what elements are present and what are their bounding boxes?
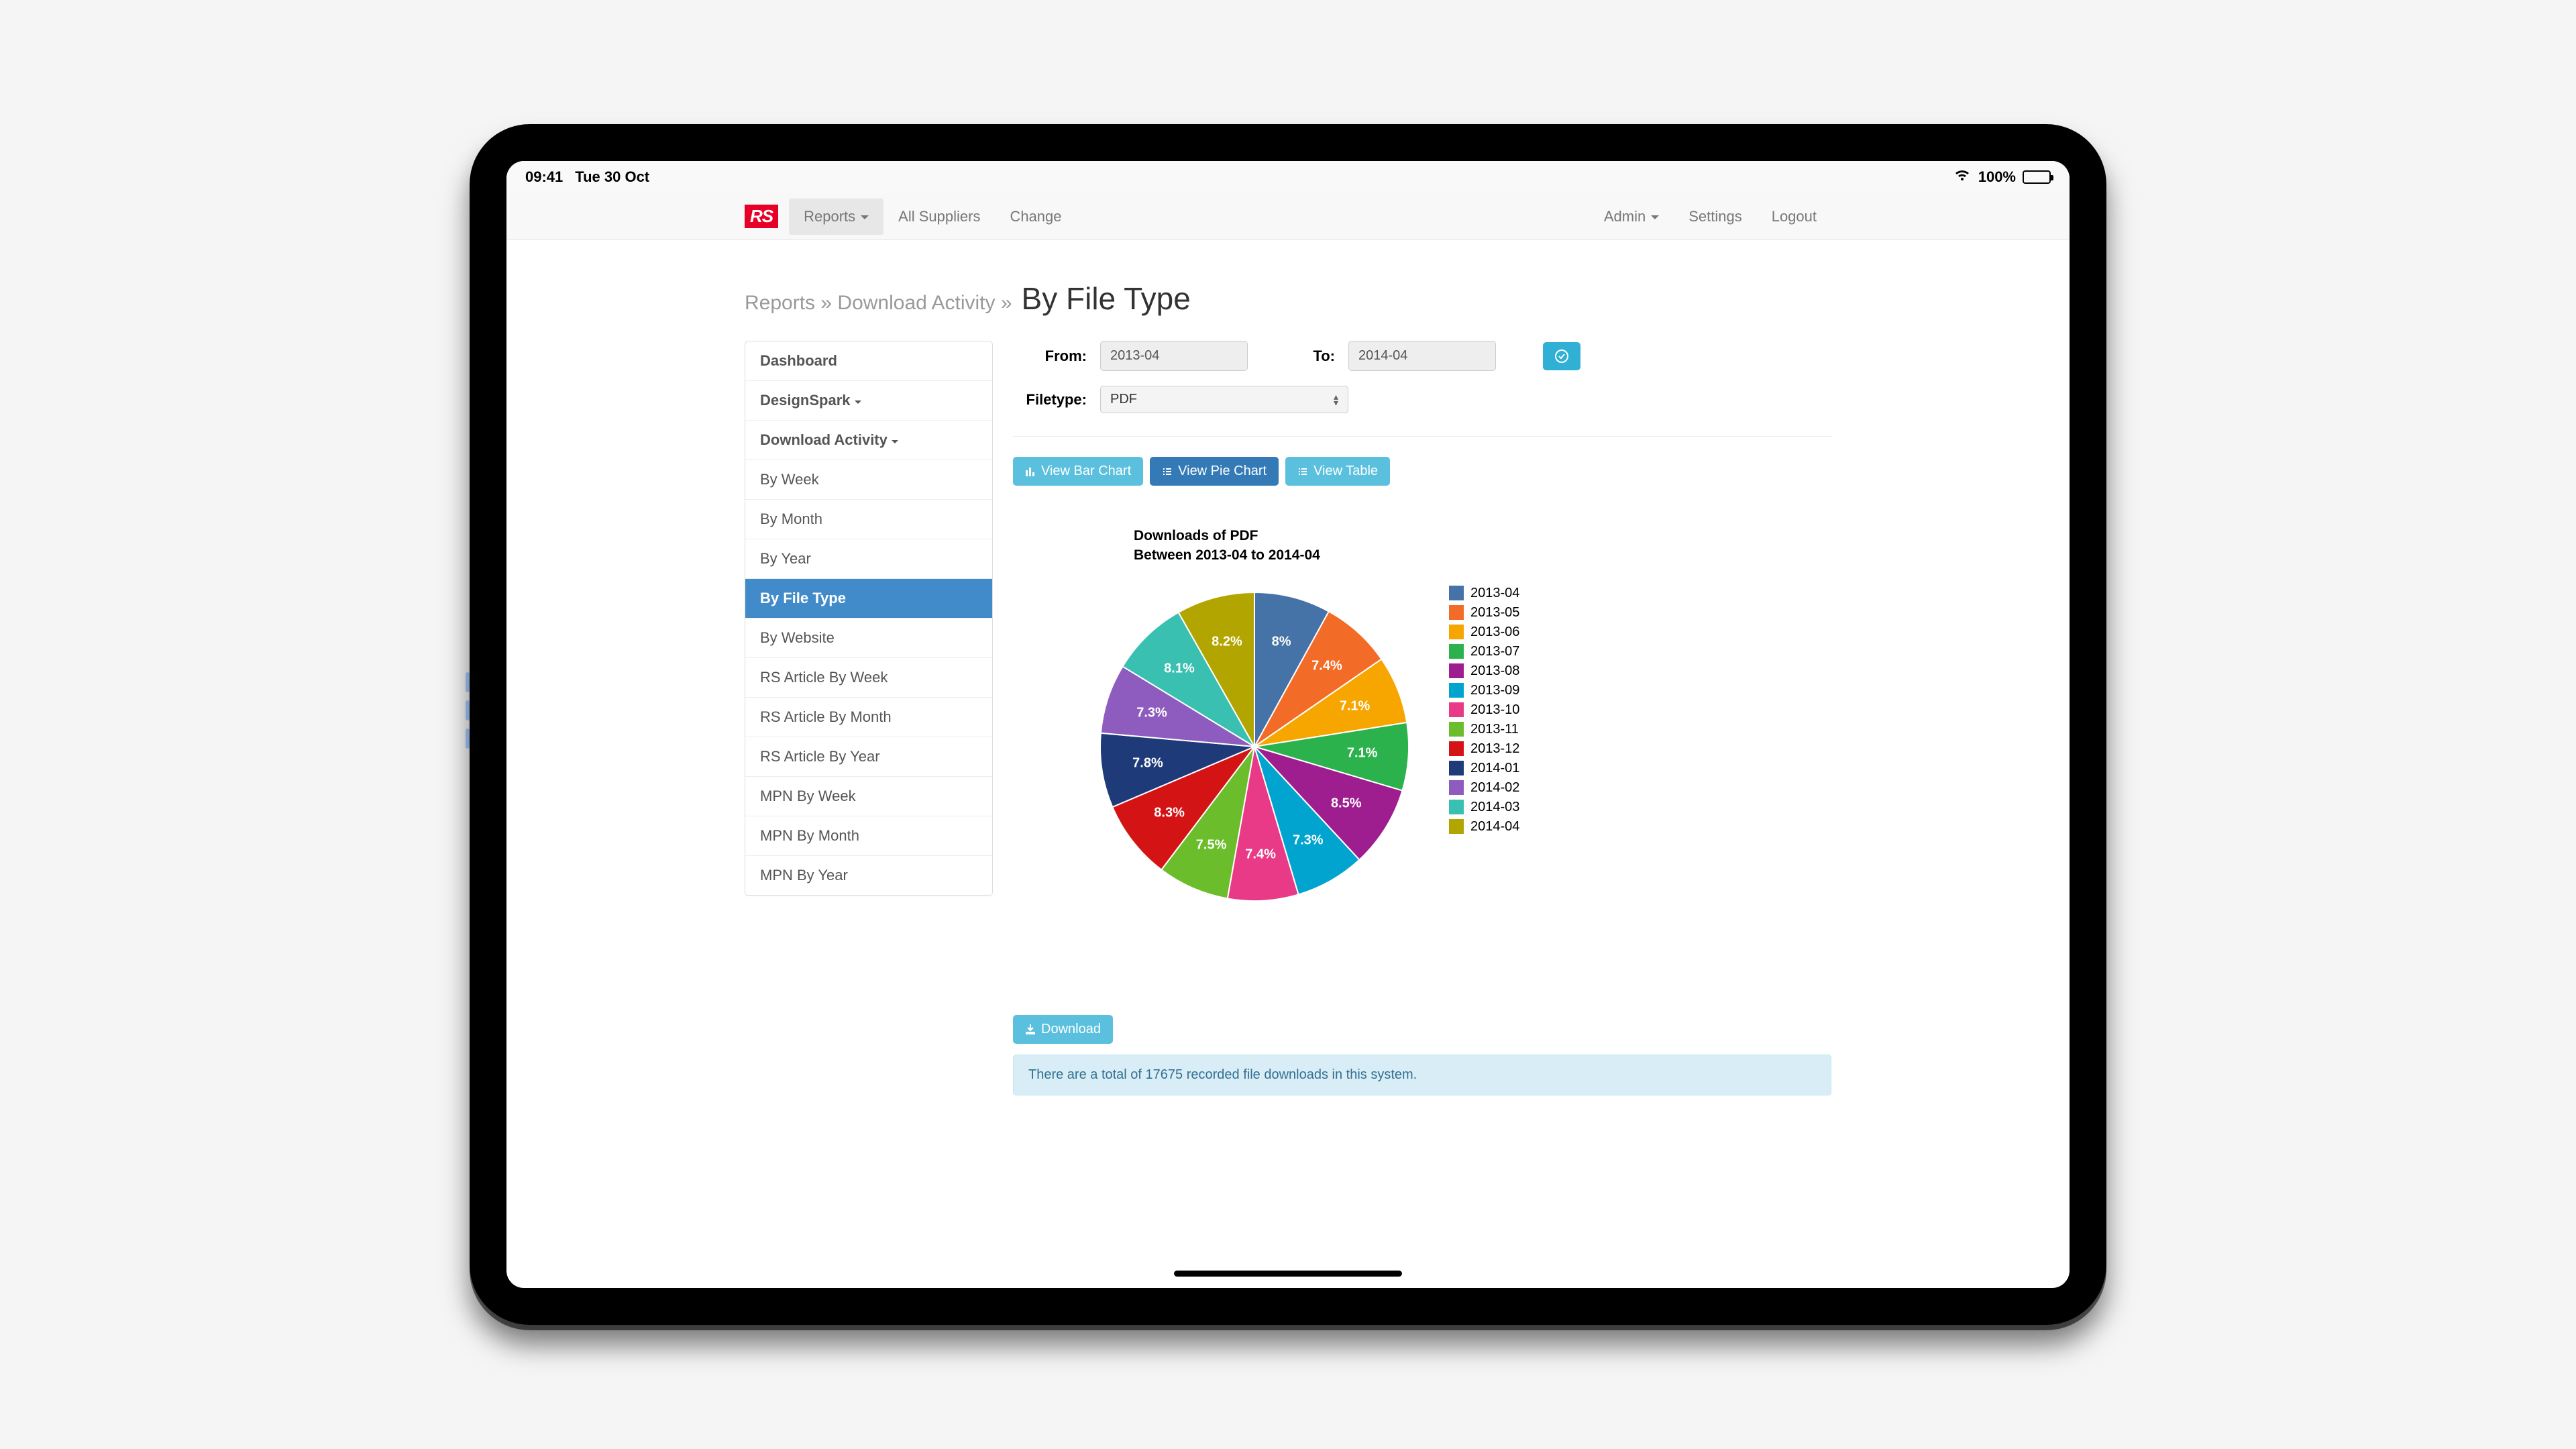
battery-icon: [2023, 170, 2051, 184]
legend-label: 2013-05: [1470, 605, 1519, 621]
select-arrows-icon: ▴▾: [1334, 394, 1338, 405]
nav-change[interactable]: Change: [995, 199, 1076, 235]
sidebar-item-by-week[interactable]: By Week: [745, 460, 992, 500]
legend-swatch: [1449, 605, 1464, 620]
sidebar-designspark[interactable]: DesignSpark: [745, 381, 992, 421]
sidebar-item-rs-article-by-year[interactable]: RS Article By Year: [745, 737, 992, 777]
legend-label: 2013-10: [1470, 702, 1519, 718]
sidebar-item-rs-article-by-month[interactable]: RS Article By Month: [745, 698, 992, 737]
sidebar-download-activity[interactable]: Download Activity: [745, 421, 992, 460]
top-navbar: RS Reports All Suppliers Change Admin Se…: [506, 193, 2070, 240]
apply-filter-button[interactable]: [1543, 342, 1580, 370]
crumb-reports[interactable]: Reports: [745, 292, 815, 314]
legend-item[interactable]: 2013-12: [1449, 741, 1519, 757]
status-battery-pct: 100%: [1978, 168, 2016, 186]
legend-swatch: [1449, 741, 1464, 756]
ios-status-bar: 09:41 Tue 30 Oct 100%: [506, 161, 2070, 193]
legend-label: 2013-04: [1470, 586, 1519, 601]
view-table-button[interactable]: View Table: [1285, 457, 1390, 486]
sidebar-item-by-year[interactable]: By Year: [745, 539, 992, 579]
filetype-value: PDF: [1110, 392, 1137, 407]
sidebar-item-mpn-by-week[interactable]: MPN By Week: [745, 777, 992, 816]
legend-swatch: [1449, 625, 1464, 639]
download-icon: [1025, 1024, 1036, 1034]
legend-label: 2014-04: [1470, 819, 1519, 835]
legend-swatch: [1449, 683, 1464, 698]
legend-label: 2013-07: [1470, 644, 1519, 659]
legend-label: 2013-06: [1470, 625, 1519, 640]
legend-item[interactable]: 2013-05: [1449, 605, 1519, 621]
from-label: From:: [1013, 347, 1087, 365]
sidebar-item-mpn-by-month[interactable]: MPN By Month: [745, 816, 992, 856]
view-bar-chart-button[interactable]: View Bar Chart: [1013, 457, 1143, 486]
nav-reports[interactable]: Reports: [789, 199, 883, 235]
sidebar-dashboard[interactable]: Dashboard: [745, 341, 992, 381]
filetype-label: Filetype:: [1013, 391, 1087, 409]
chart-title: Downloads of PDF Between 2013-04 to 2014…: [1134, 526, 1831, 566]
download-button[interactable]: Download: [1013, 1015, 1113, 1044]
legend-label: 2013-08: [1470, 663, 1519, 679]
legend-label: 2013-11: [1470, 722, 1519, 737]
legend-swatch: [1449, 702, 1464, 717]
legend-item[interactable]: 2013-04: [1449, 586, 1519, 601]
legend-swatch: [1449, 800, 1464, 814]
legend-item[interactable]: 2013-06: [1449, 625, 1519, 640]
legend-item[interactable]: 2013-07: [1449, 644, 1519, 659]
legend-swatch: [1449, 586, 1464, 600]
to-label: To:: [1261, 347, 1335, 365]
wifi-icon: [1953, 168, 1972, 186]
page-title: By File Type: [1022, 280, 1191, 317]
crumb-download[interactable]: Download Activity: [837, 292, 995, 314]
legend-swatch: [1449, 644, 1464, 659]
legend-swatch: [1449, 819, 1464, 834]
legend-swatch: [1449, 761, 1464, 775]
nav-logout[interactable]: Logout: [1757, 199, 1831, 235]
list-icon: [1162, 466, 1173, 477]
legend-swatch: [1449, 722, 1464, 737]
home-indicator[interactable]: [1174, 1271, 1402, 1277]
legend-item[interactable]: 2013-11: [1449, 722, 1519, 737]
status-time: 09:41: [525, 168, 563, 186]
legend-item[interactable]: 2013-10: [1449, 702, 1519, 718]
nav-all-suppliers[interactable]: All Suppliers: [883, 199, 995, 235]
legend-item[interactable]: 2013-08: [1449, 663, 1519, 679]
legend-swatch: [1449, 663, 1464, 678]
pie-chart: 8%7.4%7.1%7.1%8.5%7.3%7.4%7.5%8.3%7.8%7.…: [1093, 586, 1415, 908]
legend-item[interactable]: 2013-09: [1449, 683, 1519, 698]
legend-swatch: [1449, 780, 1464, 795]
legend-item[interactable]: 2014-04: [1449, 819, 1519, 835]
breadcrumb: Reports » Download Activity » By File Ty…: [745, 280, 1831, 317]
legend-item[interactable]: 2014-01: [1449, 761, 1519, 776]
legend-label: 2014-01: [1470, 761, 1519, 776]
sidebar-item-mpn-by-year[interactable]: MPN By Year: [745, 856, 992, 896]
sidebar-item-by-month[interactable]: By Month: [745, 500, 992, 539]
bar-chart-icon: [1025, 466, 1036, 477]
view-pie-chart-button[interactable]: View Pie Chart: [1150, 457, 1279, 486]
list-icon: [1297, 466, 1308, 477]
check-circle-icon: [1555, 350, 1568, 363]
legend-label: 2014-03: [1470, 800, 1519, 815]
sidebar-item-by-file-type[interactable]: By File Type: [745, 579, 992, 619]
chart-legend: 2013-04 2013-05 2013-06 2013-07 2013-08 2013-…: [1449, 586, 1519, 908]
legend-item[interactable]: 2014-02: [1449, 780, 1519, 796]
legend-label: 2013-12: [1470, 741, 1519, 757]
nav-settings[interactable]: Settings: [1674, 199, 1757, 235]
status-date: Tue 30 Oct: [575, 168, 649, 186]
legend-item[interactable]: 2014-03: [1449, 800, 1519, 815]
sidebar-item-by-website[interactable]: By Website: [745, 619, 992, 658]
from-input[interactable]: [1100, 341, 1248, 371]
brand-logo[interactable]: RS: [745, 205, 778, 228]
legend-label: 2014-02: [1470, 780, 1519, 796]
nav-admin[interactable]: Admin: [1589, 199, 1674, 235]
filetype-select[interactable]: PDF ▴▾: [1100, 386, 1348, 413]
info-alert: There are a total of 17675 recorded file…: [1013, 1055, 1831, 1095]
to-input[interactable]: [1348, 341, 1496, 371]
sidebar: Dashboard DesignSpark Download Activity …: [745, 341, 993, 896]
sidebar-item-rs-article-by-week[interactable]: RS Article By Week: [745, 658, 992, 698]
legend-label: 2013-09: [1470, 683, 1519, 698]
